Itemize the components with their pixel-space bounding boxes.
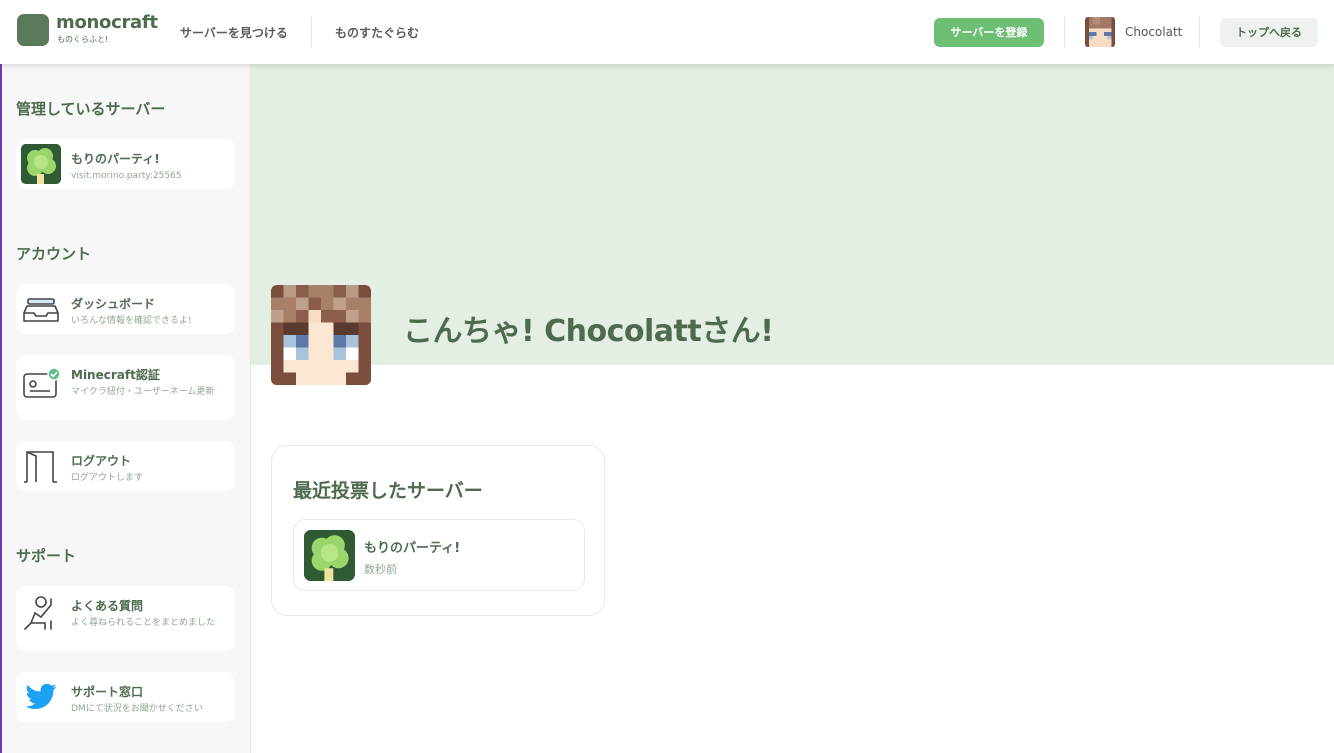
support-title: サポート窓口	[71, 685, 144, 699]
managed-server-name: もりのパーティ!	[71, 152, 160, 166]
greeting-title: こんちゃ! Chocolattさん!	[403, 314, 774, 349]
tree-icon	[21, 144, 61, 184]
managed-servers-heading: 管理しているサーバー	[16, 100, 166, 118]
logout-title: ログアウト	[71, 454, 132, 468]
back-to-top-button[interactable]: トップへ戻る	[1220, 18, 1318, 47]
dashboard-title: ダッシュボード	[71, 297, 156, 311]
logo-title[interactable]: monocraft	[56, 12, 158, 33]
recent-server-item[interactable]: もりのパーティ! 数秒前	[293, 519, 585, 591]
account-heading: アカウント	[16, 245, 92, 263]
sidebar-item-minecraft-auth[interactable]: Minecraft認証 マイクラ紐付・ユーザーネーム更新	[16, 355, 235, 420]
logo-subtitle: ものくらふと!	[57, 35, 109, 44]
faq-title: よくある質問	[71, 599, 144, 613]
sidebar-item-dashboard[interactable]: ダッシュボード いろんな情報を確認できるよ!	[16, 284, 235, 334]
door-icon	[21, 446, 61, 486]
minecraft-auth-title: Minecraft認証	[71, 368, 160, 382]
support-subtitle: DMにて状況をお聞かせください	[71, 704, 203, 714]
recent-votes-heading: 最近投票したサーバー	[293, 480, 483, 502]
faq-subtitle: よく尋ねられることをまとめました	[71, 618, 216, 628]
sidebar-edge-line	[0, 64, 2, 753]
user-avatar[interactable]	[1085, 17, 1115, 47]
header-divider	[1199, 17, 1200, 47]
nav-divider	[311, 17, 312, 47]
dashboard-subtitle: いろんな情報を確認できるよ!	[71, 316, 192, 326]
logo-icon[interactable]	[17, 14, 49, 46]
logout-subtitle: ログアウトします	[71, 473, 144, 483]
nav-monostagram[interactable]: ものすたぐらむ	[335, 24, 419, 41]
recent-server-name: もりのパーティ!	[364, 541, 461, 556]
minecraft-auth-subtitle: マイクラ紐付・ユーザーネーム更新	[71, 387, 215, 397]
header-username[interactable]: Chocolatt	[1125, 25, 1182, 39]
managed-server-item[interactable]: もりのパーティ! visit.morino.party:25565	[16, 139, 235, 189]
tree-icon	[304, 530, 355, 581]
inbox-icon	[21, 289, 61, 329]
sidebar-item-logout[interactable]: ログアウト ログアウトします	[16, 441, 235, 491]
twitter-icon	[21, 677, 61, 717]
managed-server-address: visit.morino.party:25565	[71, 171, 182, 181]
top-header: monocraft ものくらふと! サーバーを見つける ものすたぐらむ サーバー…	[0, 0, 1334, 64]
support-heading: サポート	[16, 547, 77, 565]
profile-avatar	[271, 285, 371, 385]
nav-find-servers[interactable]: サーバーを見つける	[180, 24, 288, 41]
sidebar-item-faq[interactable]: よくある質問 よく尋ねられることをまとめました	[16, 586, 235, 651]
sidebar-item-support[interactable]: サポート窓口 DMにて状況をお聞かせください	[16, 672, 235, 722]
register-server-button[interactable]: サーバーを登録	[934, 18, 1044, 47]
header-divider	[1064, 17, 1065, 47]
recent-server-time: 数秒前	[364, 563, 397, 576]
id-card-check-icon	[21, 365, 61, 405]
recent-votes-card: 最近投票したサーバー もりのパーティ! 数秒前	[271, 445, 605, 616]
question-person-icon	[21, 593, 61, 633]
